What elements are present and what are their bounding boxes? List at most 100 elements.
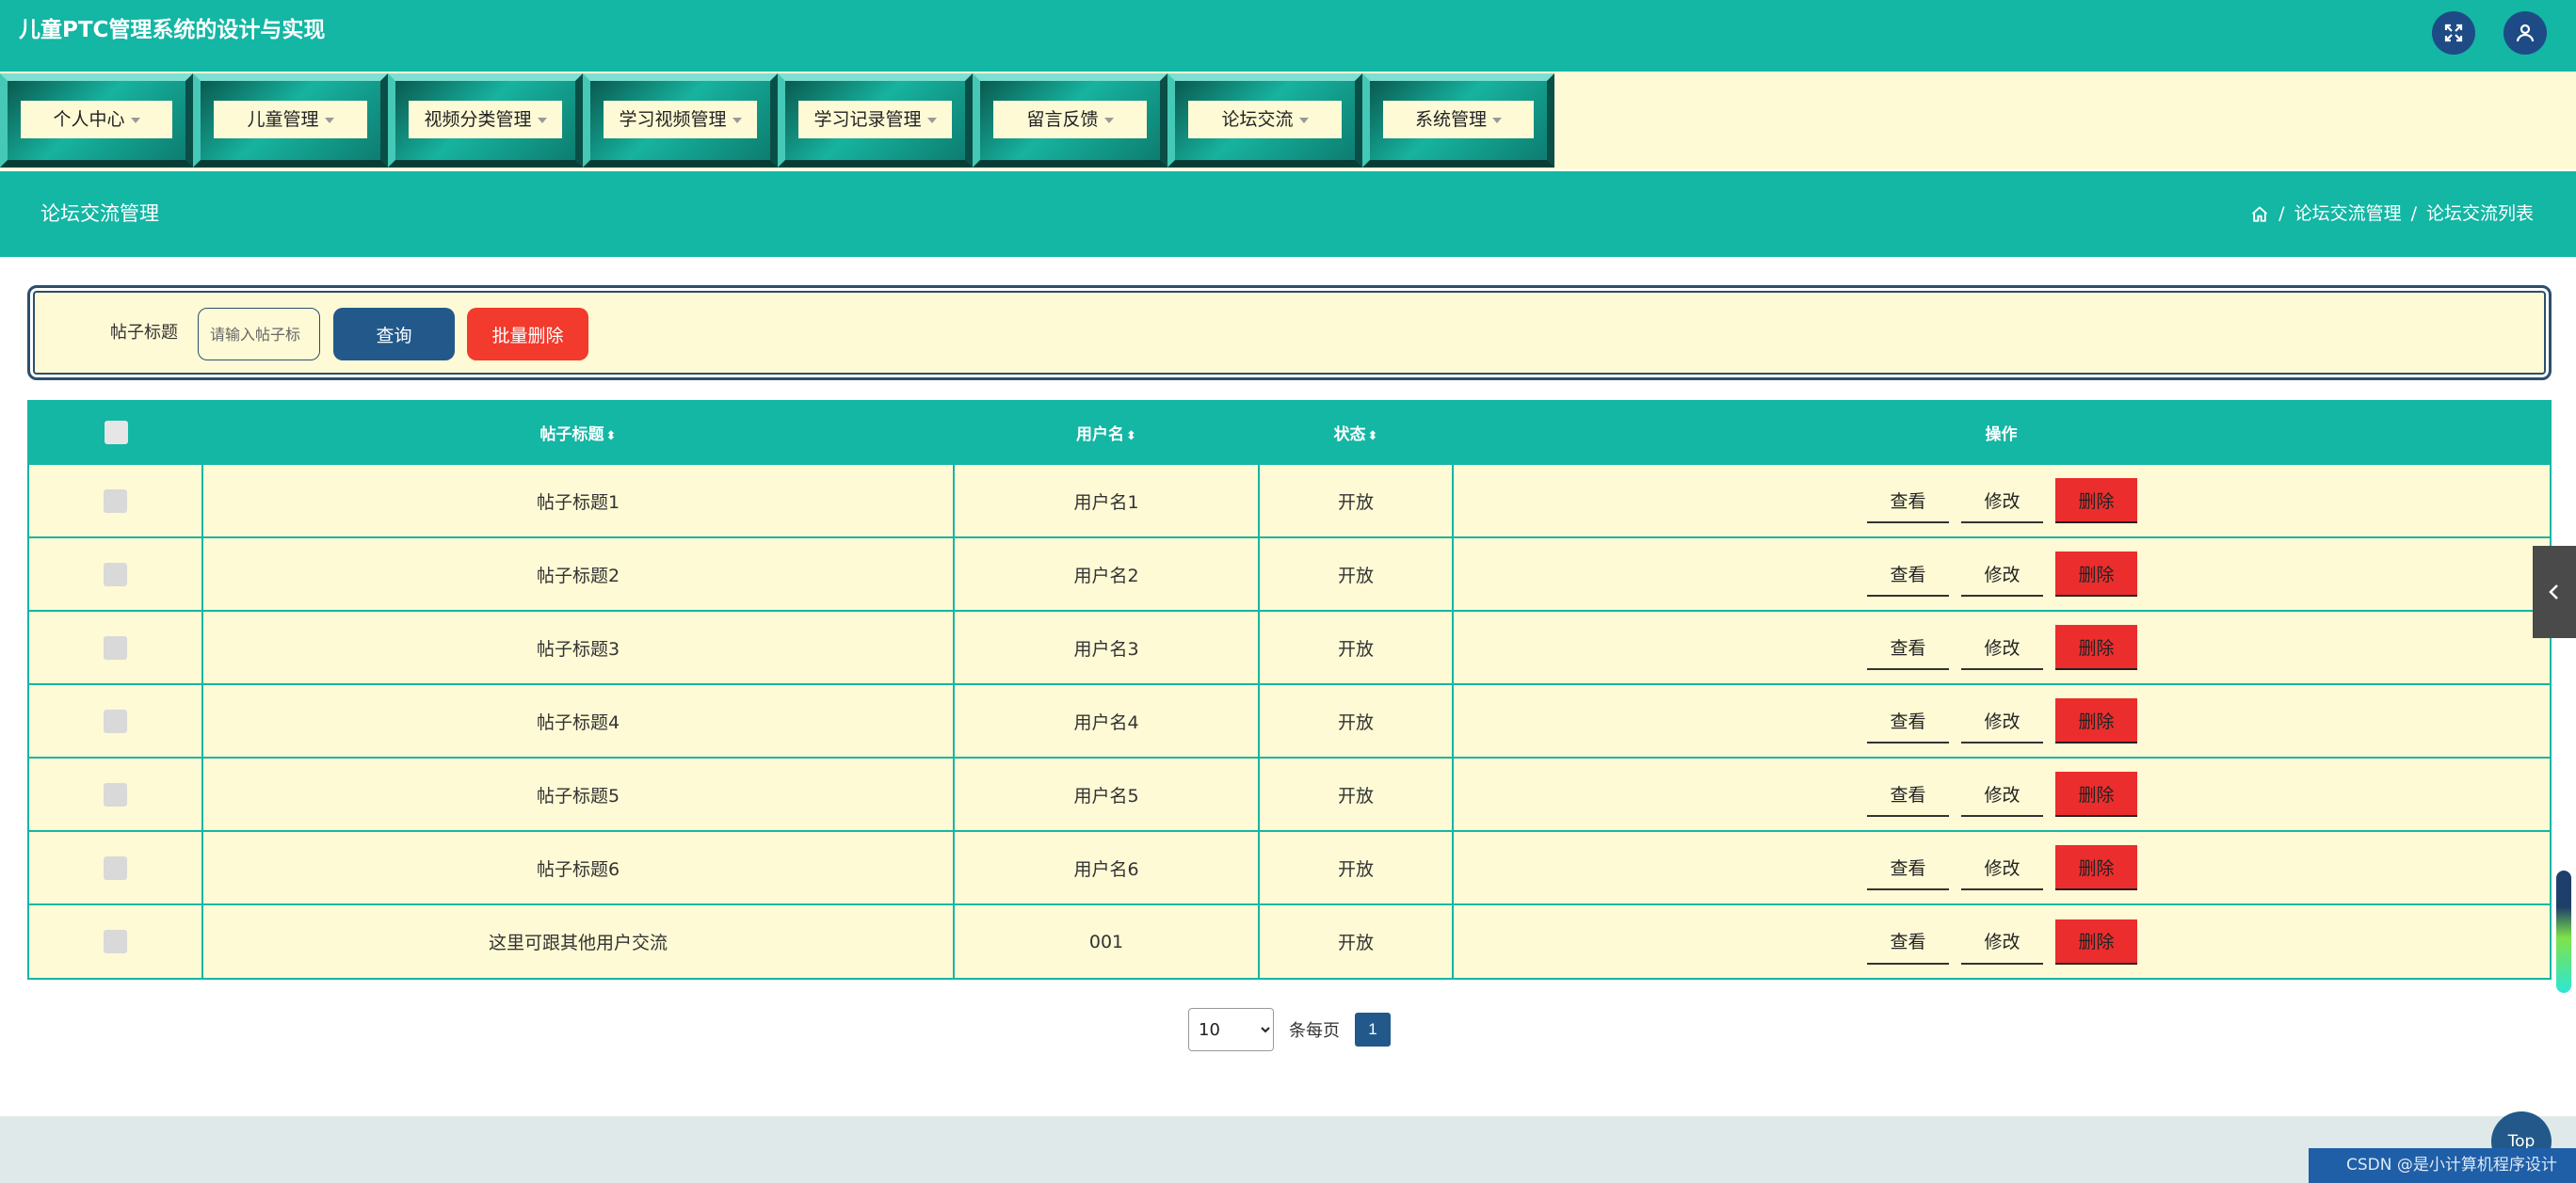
edit-button[interactable]: 修改: [1961, 478, 2043, 523]
status-cell: 开放: [1259, 463, 1454, 537]
nav-item-forum[interactable]: 论坛交流: [1167, 73, 1362, 168]
delete-button[interactable]: 删除: [2055, 698, 2137, 743]
nav-item-label: 个人中心: [53, 109, 125, 130]
caret-down-icon: [732, 117, 742, 123]
row-checkbox[interactable]: [104, 782, 127, 807]
post-title-cell: 这里可跟其他用户交流: [202, 903, 955, 978]
search-panel: 帖子标题 查询 批量删除: [27, 285, 2552, 380]
edit-button[interactable]: 修改: [1961, 552, 2043, 597]
username-cell: 用户名4: [954, 683, 1260, 758]
post-title-cell: 帖子标题1: [202, 463, 955, 537]
nav-item-children[interactable]: 儿童管理: [193, 73, 388, 168]
delete-button[interactable]: 删除: [2055, 845, 2137, 890]
sort-icon[interactable]: ⬍: [606, 429, 617, 443]
watermark: CSDN @是小计算机程序设计: [2309, 1148, 2576, 1183]
username-cell: 001: [954, 903, 1260, 978]
page-size-select[interactable]: 10: [1188, 1008, 1274, 1051]
per-page-label: 条每页: [1289, 1021, 1340, 1041]
table-row: 帖子标题5 用户名5 开放 查看 修改 删除: [29, 757, 2550, 831]
edit-button[interactable]: 修改: [1961, 845, 2043, 890]
row-checkbox[interactable]: [104, 488, 127, 513]
table-row: 帖子标题3 用户名3 开放 查看 修改 删除: [29, 610, 2550, 684]
status-cell: 开放: [1259, 683, 1454, 758]
username-cell: 用户名2: [954, 536, 1260, 611]
column-post-title[interactable]: 帖子标题 ⬍: [202, 402, 954, 464]
table-header-row: 帖子标题 ⬍ 用户名 ⬍ 状态 ⬍ 操作: [29, 402, 2550, 464]
status-cell: 开放: [1259, 610, 1454, 684]
breadcrumb: / 论坛交流管理 / 论坛交流列表: [2250, 171, 2534, 257]
row-checkbox[interactable]: [104, 562, 127, 586]
post-title-search-input[interactable]: [198, 308, 320, 360]
nav-item-study-record[interactable]: 学习记录管理: [778, 73, 973, 168]
nav-item-video-category[interactable]: 视频分类管理: [388, 73, 583, 168]
username-cell: 用户名5: [954, 757, 1260, 831]
nav-item-label: 学习记录管理: [813, 109, 922, 130]
status-cell: 开放: [1259, 536, 1454, 611]
footer: [0, 1116, 2576, 1183]
nav-item-label: 视频分类管理: [424, 109, 532, 130]
row-checkbox[interactable]: [104, 855, 127, 880]
home-icon[interactable]: [2250, 205, 2269, 224]
caret-down-icon: [537, 117, 547, 123]
row-checkbox[interactable]: [104, 635, 127, 660]
delete-button[interactable]: 删除: [2055, 478, 2137, 523]
table-row: 帖子标题6 用户名6 开放 查看 修改 删除: [29, 830, 2550, 904]
post-title-cell: 帖子标题5: [202, 757, 955, 831]
nav-item-system[interactable]: 系统管理: [1362, 73, 1554, 168]
nav-item-personal[interactable]: 个人中心: [0, 73, 193, 168]
delete-button[interactable]: 删除: [2055, 552, 2137, 597]
scrollbar[interactable]: [2556, 871, 2571, 993]
top-header: 儿童PTC管理系统的设计与实现: [0, 0, 2576, 72]
row-checkbox[interactable]: [104, 709, 127, 733]
page-header: 论坛交流管理 / 论坛交流管理 / 论坛交流列表: [0, 171, 2576, 257]
page-number-button[interactable]: 1: [1355, 1013, 1391, 1047]
status-cell: 开放: [1259, 903, 1454, 978]
view-button[interactable]: 查看: [1867, 845, 1949, 890]
nav-item-label: 学习视频管理: [619, 109, 727, 130]
side-panel-toggle[interactable]: [2533, 546, 2576, 638]
post-title-cell: 帖子标题3: [202, 610, 955, 684]
breadcrumb-forum-list: 论坛交流列表: [2425, 203, 2534, 224]
column-username[interactable]: 用户名 ⬍: [954, 402, 1259, 464]
post-title-cell: 帖子标题6: [202, 830, 955, 904]
table-row: 帖子标题1 用户名1 开放 查看 修改 删除: [29, 463, 2550, 537]
edit-button[interactable]: 修改: [1961, 625, 2043, 670]
delete-button[interactable]: 删除: [2055, 772, 2137, 817]
caret-down-icon: [1298, 117, 1309, 123]
edit-button[interactable]: 修改: [1961, 698, 2043, 743]
nav-item-label: 留言反馈: [1026, 109, 1099, 130]
post-title-cell: 帖子标题2: [202, 536, 955, 611]
post-title-cell: 帖子标题4: [202, 683, 955, 758]
page-title: 论坛交流管理: [40, 202, 159, 225]
delete-button[interactable]: 删除: [2055, 625, 2137, 670]
view-button[interactable]: 查看: [1867, 625, 1949, 670]
column-status[interactable]: 状态 ⬍: [1259, 402, 1453, 464]
query-button[interactable]: 查询: [333, 308, 455, 360]
username-cell: 用户名6: [954, 830, 1260, 904]
view-button[interactable]: 查看: [1867, 698, 1949, 743]
column-actions: 操作: [1985, 425, 2018, 444]
nav-item-study-video[interactable]: 学习视频管理: [583, 73, 778, 168]
nav-item-feedback[interactable]: 留言反馈: [973, 73, 1167, 168]
username-cell: 用户名3: [954, 610, 1260, 684]
breadcrumb-forum-management[interactable]: 论坛交流管理: [2294, 171, 2402, 257]
view-button[interactable]: 查看: [1867, 772, 1949, 817]
search-label: 帖子标题: [110, 323, 178, 343]
pagination: 10 条每页 1: [1188, 1008, 1391, 1051]
sort-icon[interactable]: ⬍: [1126, 429, 1136, 443]
chevron-left-icon: [2549, 584, 2558, 599]
edit-button[interactable]: 修改: [1961, 919, 2043, 965]
view-button[interactable]: 查看: [1867, 919, 1949, 965]
user-icon[interactable]: [2504, 11, 2547, 55]
edit-button[interactable]: 修改: [1961, 772, 2043, 817]
select-all-checkbox[interactable]: [104, 421, 128, 444]
delete-button[interactable]: 删除: [2055, 919, 2137, 965]
table-row: 这里可跟其他用户交流 001 开放 查看 修改 删除: [29, 903, 2550, 978]
view-button[interactable]: 查看: [1867, 552, 1949, 597]
fullscreen-icon[interactable]: [2432, 11, 2475, 55]
caret-down-icon: [926, 117, 937, 123]
view-button[interactable]: 查看: [1867, 478, 1949, 523]
batch-delete-button[interactable]: 批量删除: [467, 308, 588, 360]
row-checkbox[interactable]: [104, 930, 127, 953]
sort-icon[interactable]: ⬍: [1368, 429, 1378, 443]
